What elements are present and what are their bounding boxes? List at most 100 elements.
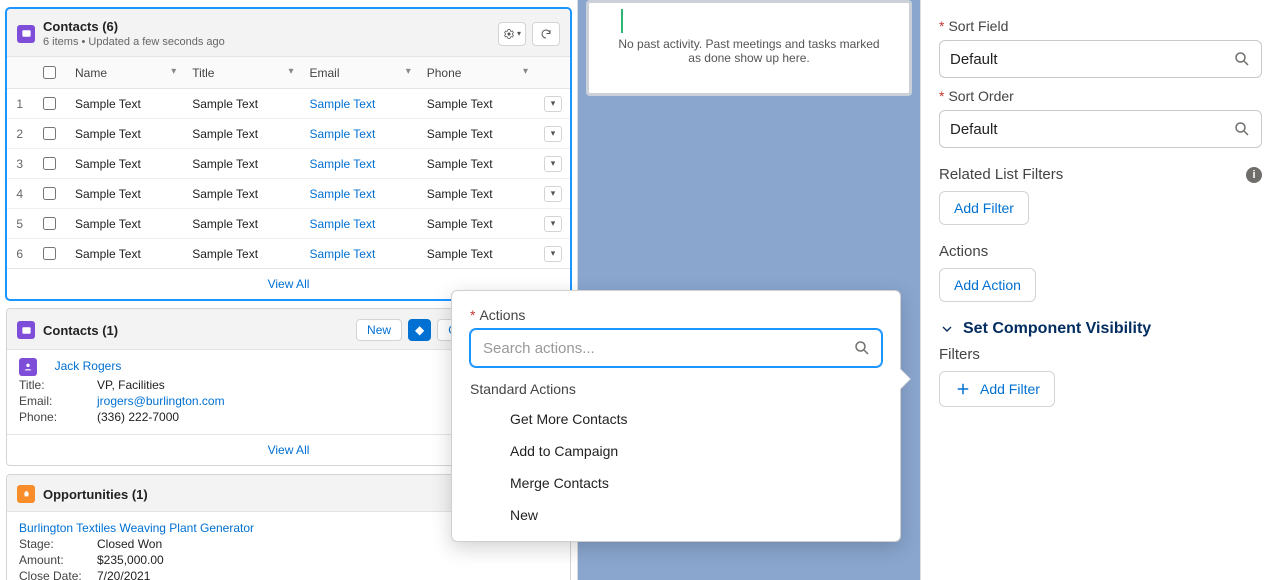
cell-name: Sample Text bbox=[67, 149, 184, 179]
row-checkbox[interactable] bbox=[43, 127, 56, 140]
card-title: Contacts (6) bbox=[43, 19, 225, 34]
lookup-value: Default bbox=[950, 121, 998, 138]
cell-title: Sample Text bbox=[184, 119, 301, 149]
row-index: 2 bbox=[7, 119, 31, 149]
card-header: Contacts (6) 6 items • Updated a few sec… bbox=[7, 9, 570, 57]
table-row[interactable]: 3Sample TextSample TextSample TextSample… bbox=[7, 149, 570, 179]
email-link[interactable]: jrogers@burlington.com bbox=[97, 394, 225, 408]
cell-email-link[interactable]: Sample Text bbox=[310, 217, 376, 231]
field-value: 7/20/2021 bbox=[97, 569, 150, 580]
badge-icon: ◆ bbox=[408, 319, 431, 341]
actions-heading: Actions bbox=[939, 243, 1262, 260]
card-title: Contacts (1) bbox=[43, 323, 118, 338]
cell-title: Sample Text bbox=[184, 89, 301, 119]
col-title: Title▾ bbox=[184, 57, 301, 89]
sort-order-label: *Sort Order bbox=[939, 88, 1262, 104]
cell-phone: Sample Text bbox=[419, 179, 536, 209]
info-icon[interactable]: i bbox=[1246, 167, 1262, 183]
action-option[interactable]: Add to Campaign bbox=[470, 435, 882, 467]
add-filter-button-2[interactable]: Add Filter bbox=[939, 371, 1055, 407]
action-option[interactable]: New bbox=[470, 499, 882, 531]
activity-timeline-card[interactable]: No past activity. Past meetings and task… bbox=[586, 0, 912, 96]
cell-email-link[interactable]: Sample Text bbox=[310, 97, 376, 111]
contacts-icon bbox=[17, 321, 35, 339]
cell-title: Sample Text bbox=[184, 149, 301, 179]
row-actions-menu[interactable]: ▾ bbox=[544, 156, 562, 172]
row-actions-menu[interactable]: ▾ bbox=[544, 96, 562, 112]
table-row[interactable]: 1Sample TextSample TextSample TextSample… bbox=[7, 89, 570, 119]
table-row[interactable]: 5Sample TextSample TextSample TextSample… bbox=[7, 209, 570, 239]
field-value: $235,000.00 bbox=[97, 553, 164, 567]
add-action-button[interactable]: Add Action bbox=[939, 268, 1036, 302]
contact-avatar-icon bbox=[19, 358, 37, 376]
action-option[interactable]: Get More Contacts bbox=[470, 403, 882, 435]
action-option[interactable]: Merge Contacts bbox=[470, 467, 882, 499]
row-index: 4 bbox=[7, 179, 31, 209]
contact-name-link[interactable]: Jack Rogers bbox=[55, 359, 122, 373]
field-value: (336) 222-7000 bbox=[97, 410, 179, 424]
row-actions-menu[interactable]: ▾ bbox=[544, 246, 562, 262]
search-icon bbox=[1233, 120, 1251, 138]
component-visibility-heading[interactable]: Set Component Visibility bbox=[939, 320, 1262, 338]
cell-phone: Sample Text bbox=[419, 119, 536, 149]
row-actions-menu[interactable]: ▾ bbox=[544, 126, 562, 142]
cell-email-link[interactable]: Sample Text bbox=[310, 187, 376, 201]
new-button[interactable]: New bbox=[356, 319, 402, 341]
cell-title: Sample Text bbox=[184, 239, 301, 269]
row-checkbox[interactable] bbox=[43, 157, 56, 170]
cell-title: Sample Text bbox=[184, 209, 301, 239]
card-title: Opportunities (1) bbox=[43, 487, 148, 502]
field-value: VP, Facilities bbox=[97, 378, 165, 392]
row-index: 5 bbox=[7, 209, 31, 239]
row-checkbox[interactable] bbox=[43, 187, 56, 200]
cell-name: Sample Text bbox=[67, 119, 184, 149]
actions-search-box[interactable] bbox=[470, 329, 882, 367]
col-phone: Phone▾ bbox=[419, 57, 536, 89]
cell-email-link[interactable]: Sample Text bbox=[310, 157, 376, 171]
table-row[interactable]: 2Sample TextSample TextSample TextSample… bbox=[7, 119, 570, 149]
cell-email-link[interactable]: Sample Text bbox=[310, 247, 376, 261]
row-checkbox[interactable] bbox=[43, 97, 56, 110]
chevron-down-icon: ▾ bbox=[171, 66, 176, 77]
cell-phone: Sample Text bbox=[419, 89, 536, 119]
cell-email-link[interactable]: Sample Text bbox=[310, 127, 376, 141]
filters-heading: Filters bbox=[939, 346, 1262, 363]
sort-field-label: *Sort Field bbox=[939, 18, 1262, 34]
sort-order-lookup[interactable]: Default bbox=[939, 110, 1262, 148]
cell-name: Sample Text bbox=[67, 209, 184, 239]
opportunity-name-link[interactable]: Burlington Textiles Weaving Plant Genera… bbox=[19, 521, 254, 535]
related-list-filters-heading: Related List Filters i bbox=[939, 166, 1262, 183]
opportunity-icon bbox=[17, 485, 35, 503]
chevron-down-icon: ▾ bbox=[288, 66, 293, 77]
row-index: 3 bbox=[7, 149, 31, 179]
row-index: 6 bbox=[7, 239, 31, 269]
field-label: Stage: bbox=[19, 537, 97, 551]
contacts-icon bbox=[17, 25, 35, 43]
cell-title: Sample Text bbox=[184, 179, 301, 209]
actions-search-input[interactable] bbox=[481, 339, 845, 358]
row-checkbox[interactable] bbox=[43, 217, 56, 230]
chevron-down-icon bbox=[939, 321, 955, 337]
field-value: Closed Won bbox=[97, 537, 162, 551]
field-label: Email: bbox=[19, 394, 97, 408]
actions-group-label: Standard Actions bbox=[470, 381, 882, 397]
row-actions-menu[interactable]: ▾ bbox=[544, 216, 562, 232]
cell-phone: Sample Text bbox=[419, 239, 536, 269]
row-actions-menu[interactable]: ▾ bbox=[544, 186, 562, 202]
refresh-button[interactable] bbox=[532, 22, 560, 46]
cell-phone: Sample Text bbox=[419, 209, 536, 239]
col-name: Name▾ bbox=[67, 57, 184, 89]
row-checkbox[interactable] bbox=[43, 247, 56, 260]
card-subtitle: 6 items • Updated a few seconds ago bbox=[43, 36, 225, 48]
col-email: Email▾ bbox=[302, 57, 419, 89]
select-all-checkbox[interactable] bbox=[43, 66, 56, 79]
add-filter-button[interactable]: Add Filter bbox=[939, 191, 1029, 225]
timeline-marker-icon bbox=[621, 9, 909, 33]
gear-menu-button[interactable]: ▾ bbox=[498, 22, 526, 46]
sort-field-lookup[interactable]: Default bbox=[939, 40, 1262, 78]
contacts-related-list-card[interactable]: Contacts (6) 6 items • Updated a few sec… bbox=[6, 8, 571, 300]
contacts-table: Name▾ Title▾ Email▾ Phone▾ 1Sample TextS… bbox=[7, 57, 570, 268]
cell-phone: Sample Text bbox=[419, 149, 536, 179]
table-row[interactable]: 6Sample TextSample TextSample TextSample… bbox=[7, 239, 570, 269]
table-row[interactable]: 4Sample TextSample TextSample TextSample… bbox=[7, 179, 570, 209]
